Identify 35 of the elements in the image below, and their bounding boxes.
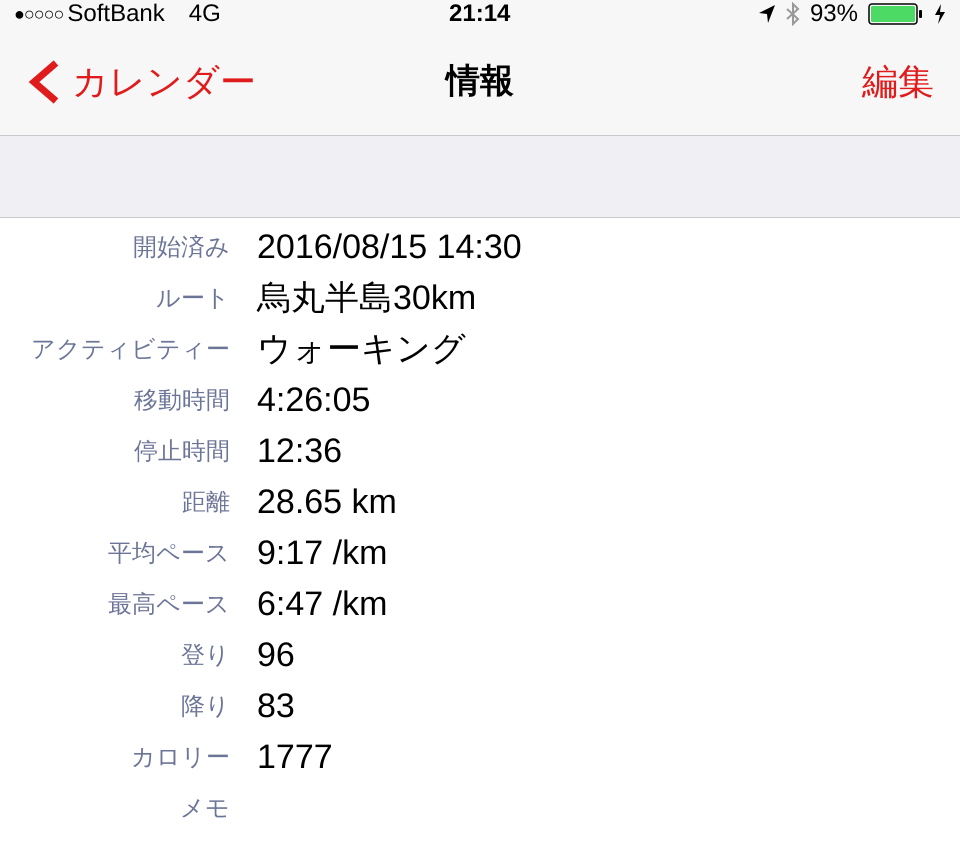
field-value: 96	[257, 635, 295, 676]
network-type: 4G	[188, 0, 221, 29]
field-label: メモ	[179, 794, 230, 824]
field-label: 距離	[181, 488, 230, 518]
field-value: 2016/08/15 14:30	[257, 227, 522, 268]
field-label: カロリー	[130, 742, 230, 772]
field-value: 1777	[257, 737, 333, 778]
screen-title: 情報	[446, 61, 514, 102]
field-value: 9:17 /km	[257, 533, 388, 574]
field-value: 6:47 /km	[257, 584, 388, 625]
clock-time: 21:14	[449, 0, 510, 29]
back-button[interactable]: カレンダー	[26, 54, 256, 108]
battery-icon	[868, 3, 924, 25]
field-label: アクティビティー	[30, 334, 230, 364]
field-label: 停止時間	[133, 436, 230, 466]
carrier-name: SoftBank	[67, 0, 165, 29]
bluetooth-icon	[786, 2, 800, 26]
edit-button[interactable]: 編集	[862, 54, 934, 108]
battery-percentage: 93%	[810, 0, 858, 29]
field-value: 12:36	[257, 431, 342, 472]
signal-strength: ●○○○○	[14, 2, 64, 26]
field-label: 最高ペース	[107, 590, 230, 620]
field-label: 開始済み	[132, 232, 230, 262]
field-value: 83	[257, 686, 295, 727]
field-label: 移動時間	[133, 386, 230, 416]
location-arrow-icon	[758, 4, 776, 24]
field-value: 28.65 km	[257, 482, 397, 523]
field-value: 4:26:05	[257, 380, 370, 421]
charging-bolt-icon	[934, 4, 946, 24]
field-value: 烏丸半島30km	[257, 278, 476, 319]
field-value: ウォーキング	[257, 329, 466, 370]
field-label: 降り	[180, 692, 230, 722]
field-label: ルート	[155, 284, 230, 314]
field-label: 登り	[180, 640, 230, 670]
field-label: 平均ペース	[107, 538, 230, 568]
